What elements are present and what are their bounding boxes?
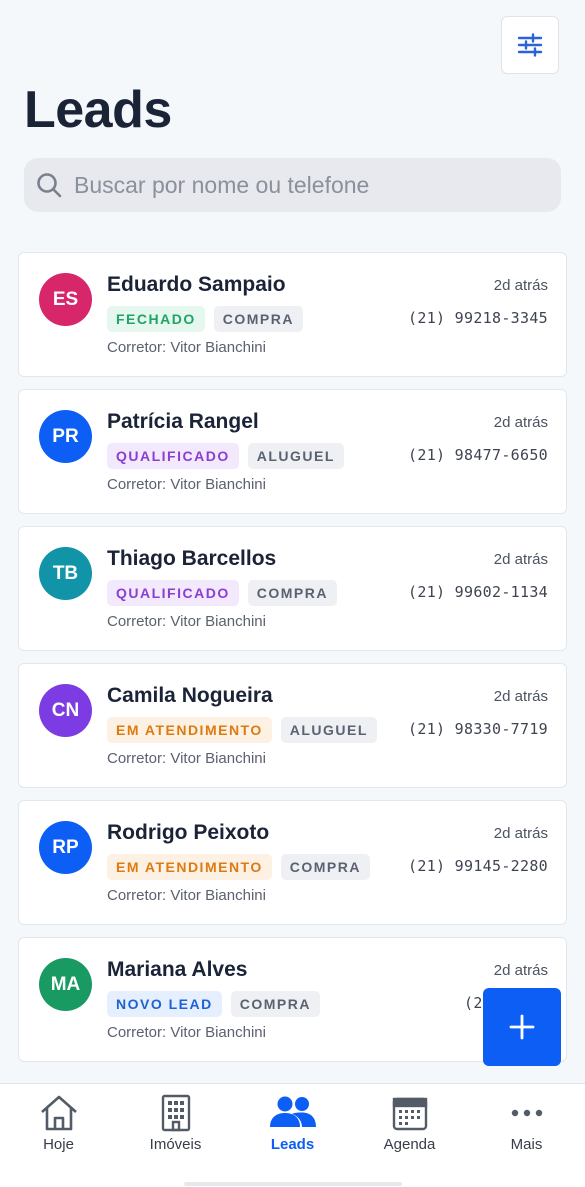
bottom-nav: Hoje Imóveis Leads Agenda Mais: [0, 1083, 585, 1187]
lead-phone: (21) 99218-3345: [408, 309, 548, 327]
type-badge: COMPRA: [280, 854, 370, 880]
nav-label: Imóveis: [149, 1136, 202, 1153]
type-badge: COMPRA: [213, 306, 303, 332]
nav-item-mais[interactable]: Mais: [468, 1084, 585, 1187]
avatar: TB: [39, 547, 92, 600]
lead-name: Camila Nogueira: [107, 684, 273, 707]
calendar-icon: [392, 1097, 427, 1131]
lead-phone: (21) 99602-1134: [408, 583, 548, 601]
lead-tags: QUALIFICADO COMPRA: [107, 580, 337, 606]
home-icon: [40, 1095, 77, 1131]
home-indicator: [184, 1182, 402, 1186]
nav-label: Hoje: [43, 1136, 74, 1153]
nav-item-agenda[interactable]: Agenda: [351, 1084, 468, 1187]
lead-card[interactable]: ES Eduardo Sampaio 2d atrás FECHADO COMPRA (2…: [18, 252, 567, 377]
search-input[interactable]: [72, 170, 546, 200]
lead-name: Thiago Barcellos: [107, 547, 277, 570]
status-badge: QUALIFICADO: [107, 443, 239, 469]
avatar: PR: [39, 410, 92, 463]
lead-card[interactable]: CN Camila Nogueira 2d atrás EM ATENDIMENTO A…: [18, 663, 567, 788]
lead-broker: Corretor: Vitor Bianchini: [107, 476, 266, 493]
avatar: ES: [39, 273, 92, 326]
lead-broker: Corretor: Vitor Bianchini: [107, 1024, 266, 1041]
lead-phone: (21) 99145-2280: [408, 857, 548, 875]
lead-card[interactable]: RP Rodrigo Peixoto 2d atrás EM ATENDIMENTO C…: [18, 800, 567, 925]
type-badge: COMPRA: [247, 580, 337, 606]
lead-tags: EM ATENDIMENTO COMPRA: [107, 854, 370, 880]
lead-name: Eduardo Sampaio: [107, 273, 286, 296]
more-icon: [511, 1109, 542, 1117]
type-badge: ALUGUEL: [280, 717, 377, 743]
lead-broker: Corretor: Vitor Bianchini: [107, 750, 266, 767]
avatar: MA: [39, 958, 92, 1011]
lead-card[interactable]: TB Thiago Barcellos 2d atrás QUALIFICADO COM…: [18, 526, 567, 651]
lead-broker: Corretor: Vitor Bianchini: [107, 887, 266, 904]
nav-item-hoje[interactable]: Hoje: [0, 1084, 117, 1187]
lead-time: 2d atrás: [493, 688, 548, 705]
lead-tags: FECHADO COMPRA: [107, 306, 303, 332]
plus-icon: [509, 1014, 535, 1040]
avatar: RP: [39, 821, 92, 874]
lead-time: 2d atrás: [493, 414, 548, 431]
users-icon: [269, 1096, 316, 1127]
nav-item-leads[interactable]: Leads: [234, 1084, 351, 1187]
status-badge: EM ATENDIMENTO: [107, 717, 272, 743]
status-badge: EM ATENDIMENTO: [107, 854, 272, 880]
lead-time: 2d atrás: [493, 962, 548, 979]
add-lead-button[interactable]: [483, 988, 561, 1066]
lead-name: Rodrigo Peixoto: [107, 821, 270, 844]
lead-tags: QUALIFICADO ALUGUEL: [107, 443, 344, 469]
building-icon: [161, 1094, 190, 1132]
filter-button[interactable]: [501, 16, 559, 74]
status-badge: QUALIFICADO: [107, 580, 239, 606]
lead-broker: Corretor: Vitor Bianchini: [107, 613, 266, 630]
status-badge: NOVO LEAD: [107, 991, 222, 1017]
lead-tags: EM ATENDIMENTO ALUGUEL: [107, 717, 377, 743]
lead-list: ES Eduardo Sampaio 2d atrás FECHADO COMPRA (2…: [18, 252, 567, 1074]
lead-time: 2d atrás: [493, 551, 548, 568]
nav-label: Agenda: [383, 1136, 436, 1153]
lead-card[interactable]: PR Patrícia Rangel 2d atrás QUALIFICADO ALUG…: [18, 389, 567, 514]
lead-phone: (21) 98477-6650: [408, 446, 548, 464]
page-title: Leads: [24, 81, 172, 139]
nav-item-imoveis[interactable]: Imóveis: [117, 1084, 234, 1187]
sliders-icon: [517, 33, 543, 57]
type-badge: COMPRA: [230, 991, 320, 1017]
lead-tags: NOVO LEAD COMPRA: [107, 991, 320, 1017]
lead-broker: Corretor: Vitor Bianchini: [107, 339, 266, 356]
nav-label: Leads: [270, 1136, 315, 1153]
lead-time: 2d atrás: [493, 825, 548, 842]
lead-name: Patrícia Rangel: [107, 410, 259, 433]
search-icon: [37, 173, 62, 198]
avatar: CN: [39, 684, 92, 737]
lead-phone: (21) 98330-7719: [408, 720, 548, 738]
status-badge: FECHADO: [107, 306, 205, 332]
search-bar[interactable]: [24, 158, 561, 212]
lead-name: Mariana Alves: [107, 958, 248, 981]
nav-label: Mais: [510, 1136, 543, 1153]
lead-time: 2d atrás: [493, 277, 548, 294]
type-badge: ALUGUEL: [247, 443, 344, 469]
